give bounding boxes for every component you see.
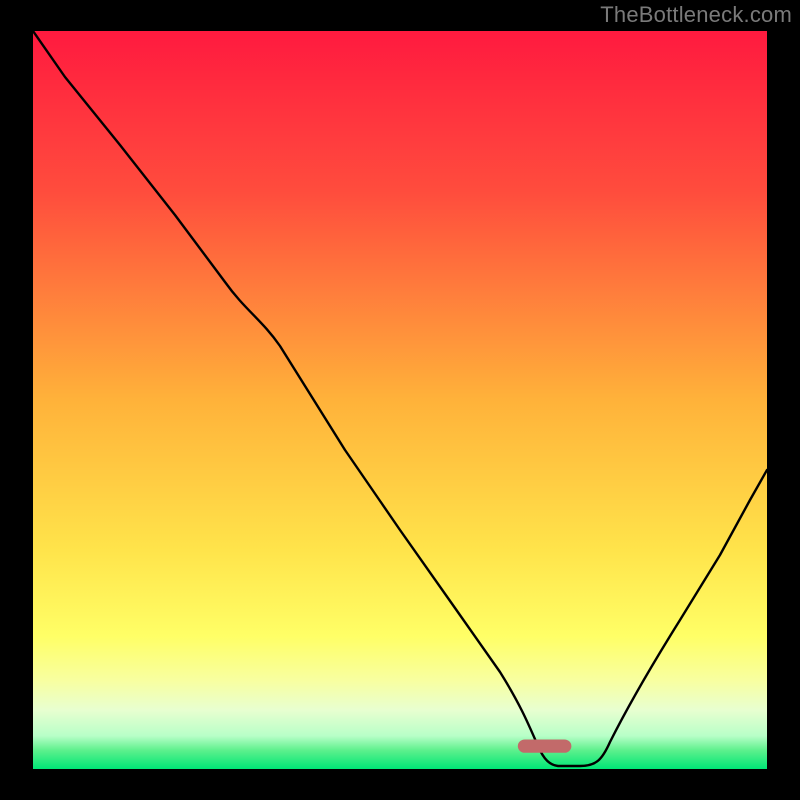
- bottleneck-chart: [0, 0, 800, 800]
- attribution-text: TheBottleneck.com: [600, 2, 792, 28]
- optimal-band-marker: [518, 739, 572, 752]
- chart-stage: TheBottleneck.com: [0, 0, 800, 800]
